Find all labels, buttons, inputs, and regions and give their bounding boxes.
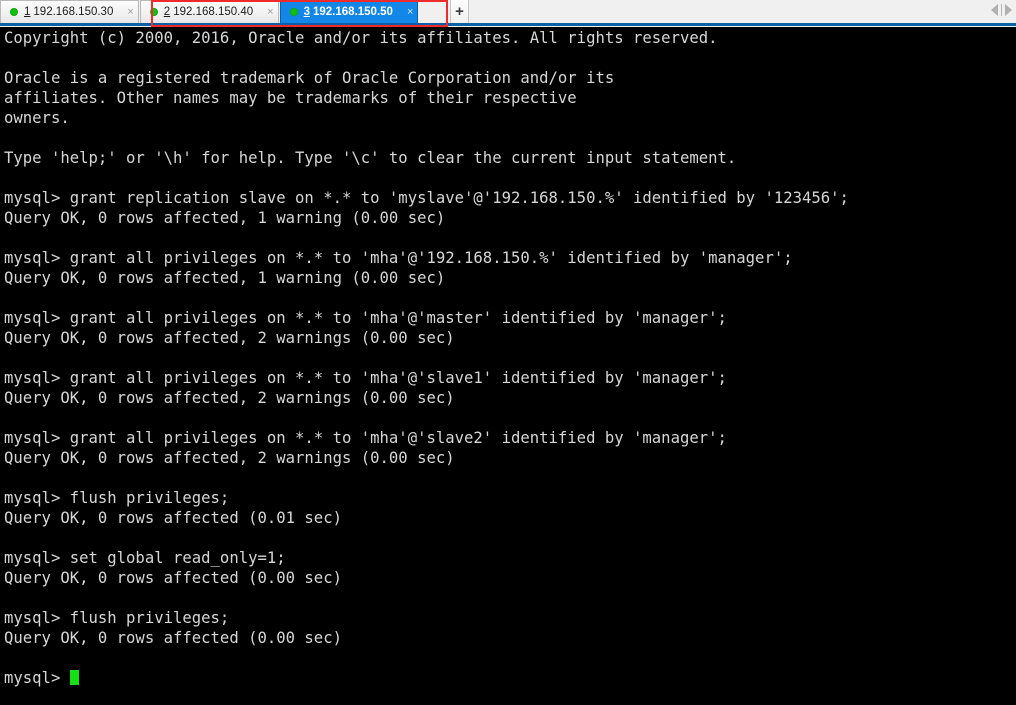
tab-label: 192.168.150.30 [33, 6, 114, 18]
terminal-line: mysql> set global read_only=1; [4, 549, 286, 567]
tab-bar: 1 192.168.150.30 × 2 192.168.150.40 × 3 … [0, 0, 1016, 27]
tab-number: 2 [163, 6, 171, 18]
new-tab-button[interactable]: + [450, 0, 469, 23]
terminal-output: Copyright (c) 2000, 2016, Oracle and/or … [4, 28, 849, 688]
text-cursor [69, 670, 80, 685]
tab-label: 192.168.150.40 [173, 6, 254, 18]
terminal-line: mysql> flush privileges; [4, 489, 230, 507]
terminal-line: Type 'help;' or '\h' for help. Type '\c'… [4, 149, 737, 167]
tab-192-168-150-30[interactable]: 1 192.168.150.30 × [0, 0, 139, 23]
terminal-line: mysql> grant replication slave on *.* to… [4, 189, 849, 207]
terminal-line: mysql> grant all privileges on *.* to 'm… [4, 369, 727, 387]
chevron-right-icon[interactable] [1005, 4, 1012, 16]
plus-icon: + [455, 3, 464, 20]
prompt-text: mysql> [4, 669, 70, 687]
terminal-pane[interactable]: Copyright (c) 2000, 2016, Oracle and/or … [0, 27, 1016, 705]
chevron-left-icon[interactable] [991, 4, 998, 16]
tab-scroll-controls [991, 4, 1012, 16]
tab-strip: 1 192.168.150.30 × 2 192.168.150.40 × 3 … [0, 0, 419, 24]
terminal-line: Query OK, 0 rows affected, 2 warnings (0… [4, 329, 455, 347]
terminal-line: owners. [4, 109, 70, 127]
terminal-line: Query OK, 0 rows affected, 1 warning (0.… [4, 269, 446, 287]
terminal-line: mysql> grant all privileges on *.* to 'm… [4, 249, 793, 267]
connection-status-dot-icon [10, 8, 18, 16]
tab-number: 3 [303, 6, 310, 18]
terminal-prompt-line[interactable]: mysql> [4, 668, 849, 688]
terminal-line: affiliates. Other names may be trademark… [4, 89, 577, 107]
terminal-line: Query OK, 0 rows affected, 1 warning (0.… [4, 209, 446, 227]
close-icon[interactable]: × [407, 6, 413, 18]
close-icon[interactable]: × [127, 6, 133, 18]
tab-192-168-150-40[interactable]: 2 192.168.150.40 × [139, 0, 279, 23]
connection-status-dot-icon [149, 8, 158, 16]
terminal-line: mysql> grant all privileges on *.* to 'm… [4, 309, 727, 327]
close-icon[interactable]: × [267, 6, 273, 18]
terminal-line: mysql> grant all privileges on *.* to 'm… [4, 429, 727, 447]
tab-label: 192.168.150.50 [313, 6, 393, 18]
terminal-line: Oracle is a registered trademark of Orac… [4, 69, 615, 87]
terminal-line: Query OK, 0 rows affected (0.00 sec) [4, 569, 342, 587]
terminal-line: Copyright (c) 2000, 2016, Oracle and/or … [4, 29, 718, 47]
terminal-line: mysql> flush privileges; [4, 609, 230, 627]
divider [1001, 4, 1002, 16]
tab-number: 1 [24, 6, 31, 18]
terminal-line: Query OK, 0 rows affected (0.00 sec) [4, 629, 342, 647]
connection-status-dot-icon [289, 8, 298, 16]
terminal-line: Query OK, 0 rows affected, 2 warnings (0… [4, 449, 455, 467]
tab-192-168-150-50[interactable]: 3 192.168.150.50 × [279, 0, 419, 23]
terminal-line: Query OK, 0 rows affected, 2 warnings (0… [4, 389, 455, 407]
terminal-line: Query OK, 0 rows affected (0.01 sec) [4, 509, 342, 527]
